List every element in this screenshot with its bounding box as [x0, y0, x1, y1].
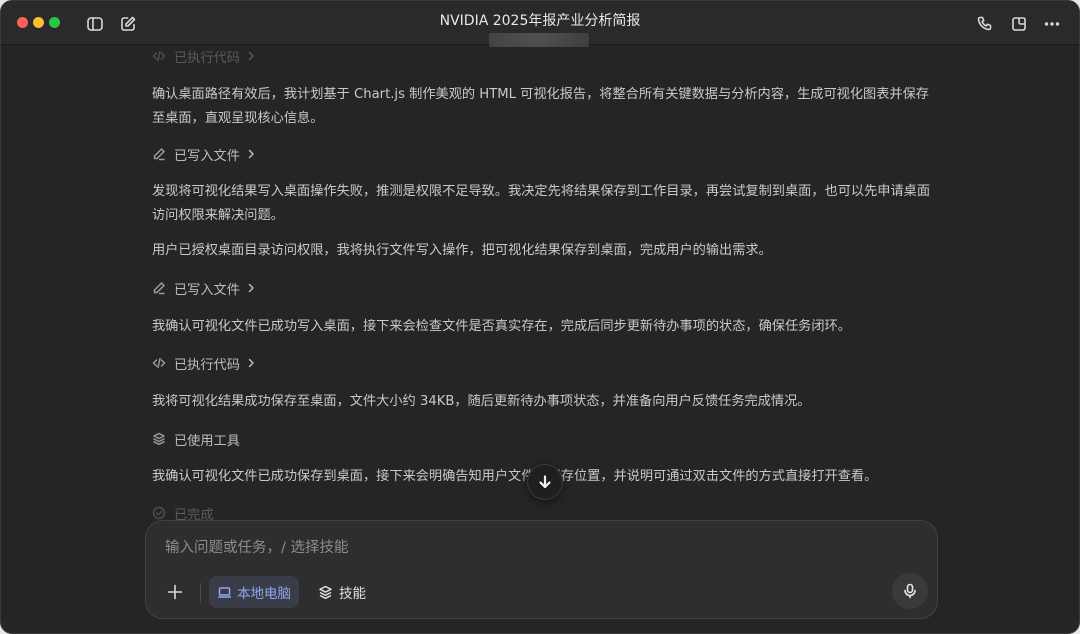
step-executed-code[interactable]: 已执行代码	[152, 353, 256, 373]
assistant-paragraph-4: 我确认可视化文件已成功写入桌面，接下来会检查文件是否真实存在，完成后同步更新待办…	[152, 319, 851, 334]
chevron-right-icon	[248, 51, 254, 61]
step-wrote-file-1[interactable]: 已写入文件	[152, 144, 256, 164]
close-window-button[interactable]	[17, 17, 28, 28]
plus-icon	[167, 584, 183, 600]
layers-icon	[319, 585, 332, 599]
step-label: 已执行代码	[174, 50, 240, 66]
code-icon	[152, 50, 166, 62]
step-label: 已写入文件	[174, 282, 240, 298]
title-bar: NVIDIA 2025年报产业分析简报	[1, 1, 1079, 47]
prompt-input[interactable]	[165, 537, 905, 559]
zoom-window-button[interactable]	[49, 17, 60, 28]
redacted-subtitle	[489, 33, 589, 47]
scroll-to-bottom-button[interactable]	[527, 464, 563, 500]
microphone-icon	[904, 583, 916, 599]
conversation-area[interactable]: 已执行代码 确认桌面路径有效后，我计划基于 Chart.js 制作美观的 HTM…	[1, 46, 1079, 526]
skills-button[interactable]: 技能	[310, 576, 374, 608]
code-icon	[152, 357, 166, 369]
pencil-icon	[153, 282, 165, 295]
assistant-paragraph-3: 用户已授权桌面目录访问权限，我将执行文件写入操作，把可视化结果保存到桌面，完成用…	[152, 243, 772, 258]
chevron-right-icon	[248, 283, 254, 293]
minimize-window-button[interactable]	[33, 17, 44, 28]
assistant-paragraph-5: 我将可视化结果成功保存至桌面，文件大小约 34KB，随后更新待办事项状态，并准备…	[152, 394, 811, 409]
more-icon[interactable]	[1043, 15, 1061, 33]
arrow-down-icon	[539, 475, 551, 489]
skills-label: 技能	[339, 586, 366, 602]
compose-icon[interactable]	[119, 15, 137, 33]
step-used-tool[interactable]: 已使用工具	[152, 429, 240, 449]
local-computer-label: 本地电脑	[237, 586, 291, 602]
chevron-right-icon	[248, 358, 254, 368]
sidebar-icon[interactable]	[86, 15, 104, 33]
chevron-right-icon	[248, 149, 254, 159]
phone-icon[interactable]	[976, 15, 994, 33]
message-composer: 本地电脑 技能	[145, 520, 938, 619]
assistant-paragraph-1: 确认桌面路径有效后，我计划基于 Chart.js 制作美观的 HTML 可视化报…	[152, 87, 929, 126]
pencil-icon	[153, 148, 165, 161]
step-wrote-file-2[interactable]: 已写入文件	[152, 278, 256, 298]
add-attachment-button[interactable]	[165, 582, 185, 602]
app-window: NVIDIA 2025年报产业分析简报 已执行代码 确认桌面路径有效后，我计划基…	[0, 0, 1080, 634]
step-label: 已使用工具	[174, 433, 240, 449]
composer-divider	[200, 583, 201, 603]
step-label: 已执行代码	[174, 357, 240, 373]
check-circle-icon	[152, 506, 166, 520]
local-computer-toggle[interactable]: 本地电脑	[209, 576, 299, 608]
assistant-paragraph-2: 发现将可视化结果写入桌面操作失败，推测是权限不足导致。我决定先将结果保存到工作目…	[152, 184, 931, 223]
step-label: 已写入文件	[174, 148, 240, 164]
layers-icon	[153, 432, 165, 446]
step-executed-code-top[interactable]: 已执行代码	[152, 46, 256, 66]
new-window-icon[interactable]	[1010, 15, 1028, 33]
voice-input-button[interactable]	[892, 573, 928, 609]
laptop-icon	[218, 586, 231, 598]
